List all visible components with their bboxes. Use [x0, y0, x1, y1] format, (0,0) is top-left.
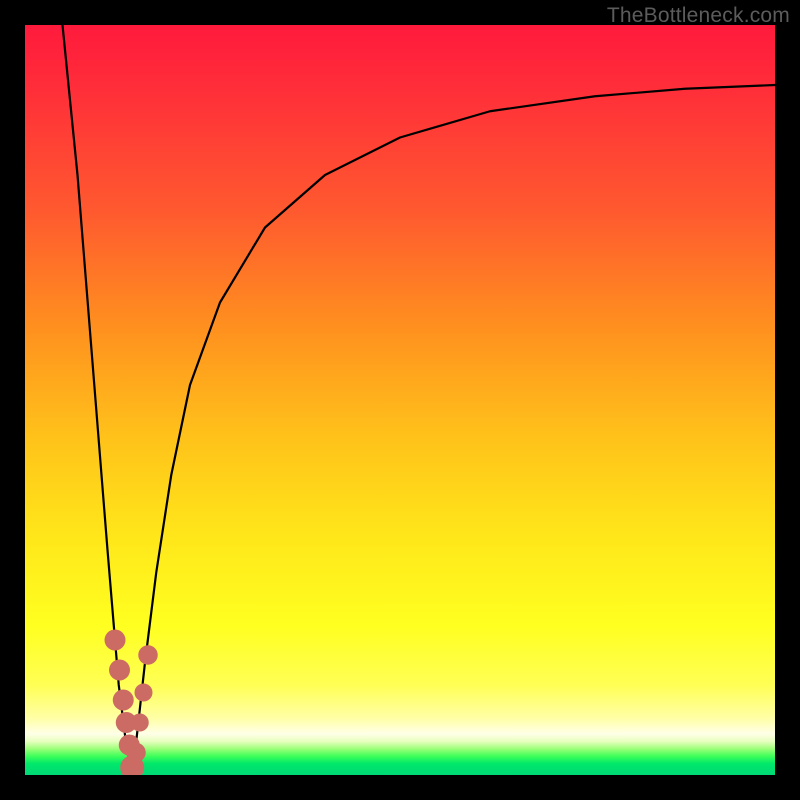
data-marker [135, 684, 153, 702]
curve-right-branch [132, 85, 775, 775]
chart-frame: TheBottleneck.com [0, 0, 800, 800]
data-marker [138, 645, 158, 665]
data-marker [113, 690, 134, 711]
marker-group [105, 630, 158, 776]
curve-layer [25, 25, 775, 775]
data-marker [126, 743, 146, 763]
data-marker [105, 630, 126, 651]
data-marker [109, 660, 130, 681]
plot-area [25, 25, 775, 775]
data-marker [131, 714, 149, 732]
